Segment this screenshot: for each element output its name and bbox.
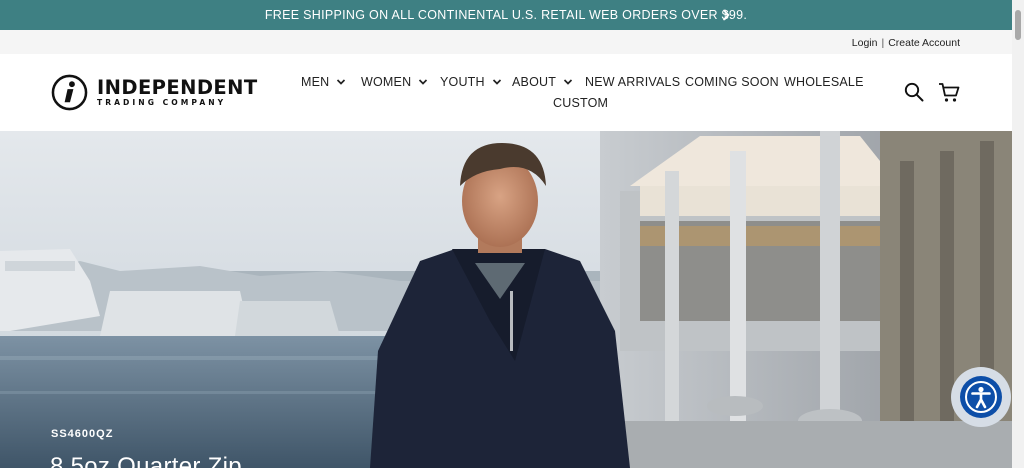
scrollbar-thumb[interactable] xyxy=(1015,10,1021,40)
chevron-down-icon xyxy=(419,79,428,85)
login-link[interactable]: Login xyxy=(852,37,878,49)
announcement-text: FREE SHIPPING ON ALL CONTINENTAL U.S. RE… xyxy=(264,8,748,22)
nav-item-label: WHOLESALE xyxy=(784,75,864,89)
nav-item-label: COMING SOON xyxy=(685,75,779,89)
logo-mark-icon xyxy=(51,74,88,111)
nav-item-women[interactable]: WOMEN xyxy=(361,75,428,89)
logo-sub-text: TRADING COMPANY xyxy=(97,97,227,107)
nav-item-new-arrivals[interactable]: NEW ARRIVALS xyxy=(585,75,680,89)
nav-item-about[interactable]: ABOUT xyxy=(512,75,573,89)
announcement-bar[interactable]: FREE SHIPPING ON ALL CONTINENTAL U.S. RE… xyxy=(0,0,1012,30)
page-scrollbar[interactable] xyxy=(1012,0,1024,468)
logo-main-text: INDEPENDENT xyxy=(97,75,258,99)
site-header: INDEPENDENT TRADING COMPANY MEN WOMEN YO… xyxy=(0,54,1012,131)
utility-bar: Login | Create Account xyxy=(0,30,1012,54)
cart-icon[interactable] xyxy=(938,82,960,103)
nav-item-label: WOMEN xyxy=(361,75,412,89)
accessibility-icon xyxy=(965,381,997,413)
nav-item-label: MEN xyxy=(301,75,330,89)
search-icon[interactable] xyxy=(904,82,924,102)
hero-sku: SS4600QZ xyxy=(51,428,114,440)
nav-item-label: CUSTOM xyxy=(553,96,609,110)
chevron-down-icon xyxy=(563,79,573,85)
nav-item-wholesale[interactable]: WHOLESALE xyxy=(784,75,864,89)
chevron-down-icon xyxy=(492,79,501,85)
nav-item-label: YOUTH xyxy=(440,75,485,89)
accessibility-button[interactable] xyxy=(951,367,1011,427)
chevron-down-icon xyxy=(337,79,346,85)
chevron-right-icon[interactable] xyxy=(718,7,734,23)
create-account-link[interactable]: Create Account xyxy=(888,37,960,49)
nav-item-custom[interactable]: CUSTOM xyxy=(553,96,608,110)
logo[interactable]: INDEPENDENT TRADING COMPANY xyxy=(51,74,258,111)
nav-item-label: ABOUT xyxy=(512,75,557,89)
nav-item-men[interactable]: MEN xyxy=(301,75,346,89)
nav-item-youth[interactable]: YOUTH xyxy=(440,75,502,89)
nav-item-coming-soon[interactable]: COMING SOON xyxy=(685,75,779,89)
nav-item-label: NEW ARRIVALS xyxy=(585,75,681,89)
page: FREE SHIPPING ON ALL CONTINENTAL U.S. RE… xyxy=(0,0,1012,468)
utility-separator: | xyxy=(881,37,885,49)
hero-image xyxy=(0,131,1012,468)
hero-banner[interactable]: SS4600QZ 8.5oz Quarter Zip xyxy=(0,131,1012,468)
hero-title: 8.5oz Quarter Zip xyxy=(50,453,242,468)
